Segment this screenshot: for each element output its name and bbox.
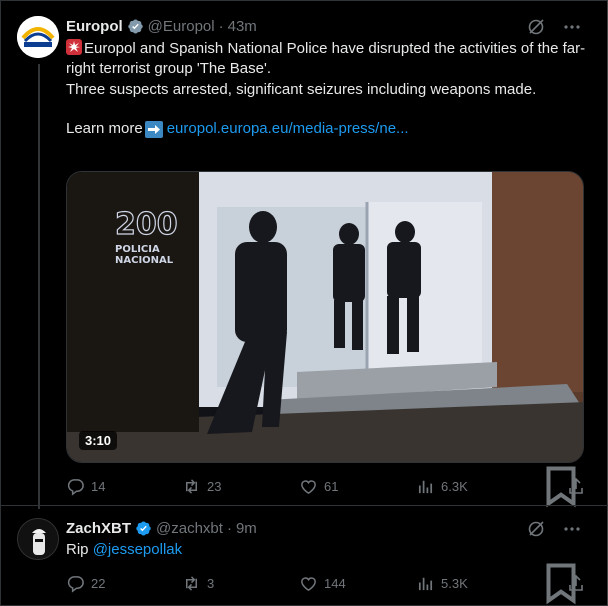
tweet-text-line: Europol and Spanish National Police have…: [66, 40, 586, 77]
right-arrow-emoji-icon: [144, 120, 163, 138]
video-player[interactable]: 200 POLICIA NACIONAL 3:10: [66, 171, 584, 463]
tweet-text-prefix: Rip: [66, 541, 89, 558]
author-handle[interactable]: @zachxbt: [156, 520, 223, 537]
author-handle[interactable]: @Europol: [148, 18, 215, 35]
like-count: 144: [324, 575, 346, 591]
views-button[interactable]: 5.3K: [416, 574, 468, 593]
dot-separator: ·: [226, 519, 232, 537]
tweet-top-actions: [526, 17, 582, 37]
tweet-header: Europol @Europol · 43m: [66, 16, 257, 36]
share-icon[interactable]: [566, 573, 586, 593]
share-icon[interactable]: [566, 476, 586, 496]
mention-link[interactable]: @jessepollak: [93, 541, 182, 558]
more-options-icon[interactable]: [562, 519, 582, 539]
tweet-action-bar: 22 3 144 5.3K: [66, 563, 586, 605]
reply-count: 22: [91, 575, 106, 591]
views-button[interactable]: 6.3K: [416, 477, 468, 496]
watermark-number: 200: [115, 207, 178, 242]
heart-icon: [301, 479, 316, 494]
europol-avatar[interactable]: [17, 16, 59, 58]
repost-button[interactable]: 23: [182, 477, 221, 496]
like-button[interactable]: 61: [299, 477, 338, 496]
dot-separator: ·: [218, 17, 224, 35]
repost-button[interactable]: 3: [182, 574, 214, 593]
tweet-text-paragraph-1: Europol and Spanish National Police have…: [66, 39, 586, 79]
tweet-time[interactable]: 9m: [236, 520, 257, 537]
europol-logo-icon: [17, 16, 59, 58]
author-name[interactable]: ZachXBT: [66, 520, 131, 537]
heart-icon: [301, 576, 316, 591]
more-options-icon[interactable]: [562, 17, 582, 37]
author-name[interactable]: Europol: [66, 18, 123, 35]
tweet-top-actions: [526, 519, 582, 539]
detective-avatar-icon: [18, 519, 58, 559]
tweet-text-paragraph-3: Learn more europol.europa.eu/media-press…: [66, 119, 586, 139]
thread-connector-line: [38, 64, 40, 509]
watermark-line-2: NACIONAL: [115, 255, 174, 266]
tweet-divider: [0, 505, 608, 506]
repost-icon: [185, 478, 198, 494]
reply-icon: [67, 575, 84, 593]
like-button[interactable]: 144: [299, 574, 346, 593]
repost-count: 23: [207, 478, 222, 494]
verified-badge-icon: [127, 18, 143, 34]
reply-icon: [67, 478, 84, 496]
zachxbt-avatar[interactable]: [17, 518, 59, 560]
grok-slash-icon[interactable]: [526, 17, 546, 37]
siren-emoji-icon: [66, 39, 82, 55]
views-chart-icon: [418, 577, 433, 590]
tweet-header: ZachXBT @zachxbt · 9m: [66, 518, 257, 538]
reply-button[interactable]: 22: [66, 574, 105, 593]
learn-more-text: Learn more: [66, 120, 143, 137]
reply-button[interactable]: 14: [66, 477, 105, 496]
tweet-action-bar: 14 23 61 6.3K: [66, 466, 586, 508]
tweet-time[interactable]: 43m: [228, 18, 257, 35]
view-count: 5.3K: [441, 575, 468, 591]
grok-slash-icon[interactable]: [526, 519, 546, 539]
views-chart-icon: [418, 480, 433, 493]
tweet-text-paragraph-2: Three suspects arrested, significant sei…: [66, 81, 537, 98]
watermark-line-1: POLICIA: [115, 244, 160, 255]
repost-count: 3: [207, 575, 215, 591]
video-duration-badge: 3:10: [79, 431, 118, 450]
reply-count: 14: [91, 478, 106, 494]
view-count: 6.3K: [441, 478, 468, 494]
article-link[interactable]: europol.europa.eu/media-press/ne...: [167, 119, 409, 139]
repost-icon: [185, 575, 198, 591]
tweet-text: Rip @jessepollak: [66, 540, 586, 560]
like-count: 61: [324, 478, 339, 494]
video-thumbnail: 200 POLICIA NACIONAL: [67, 172, 583, 462]
verified-badge-icon: [136, 520, 151, 536]
